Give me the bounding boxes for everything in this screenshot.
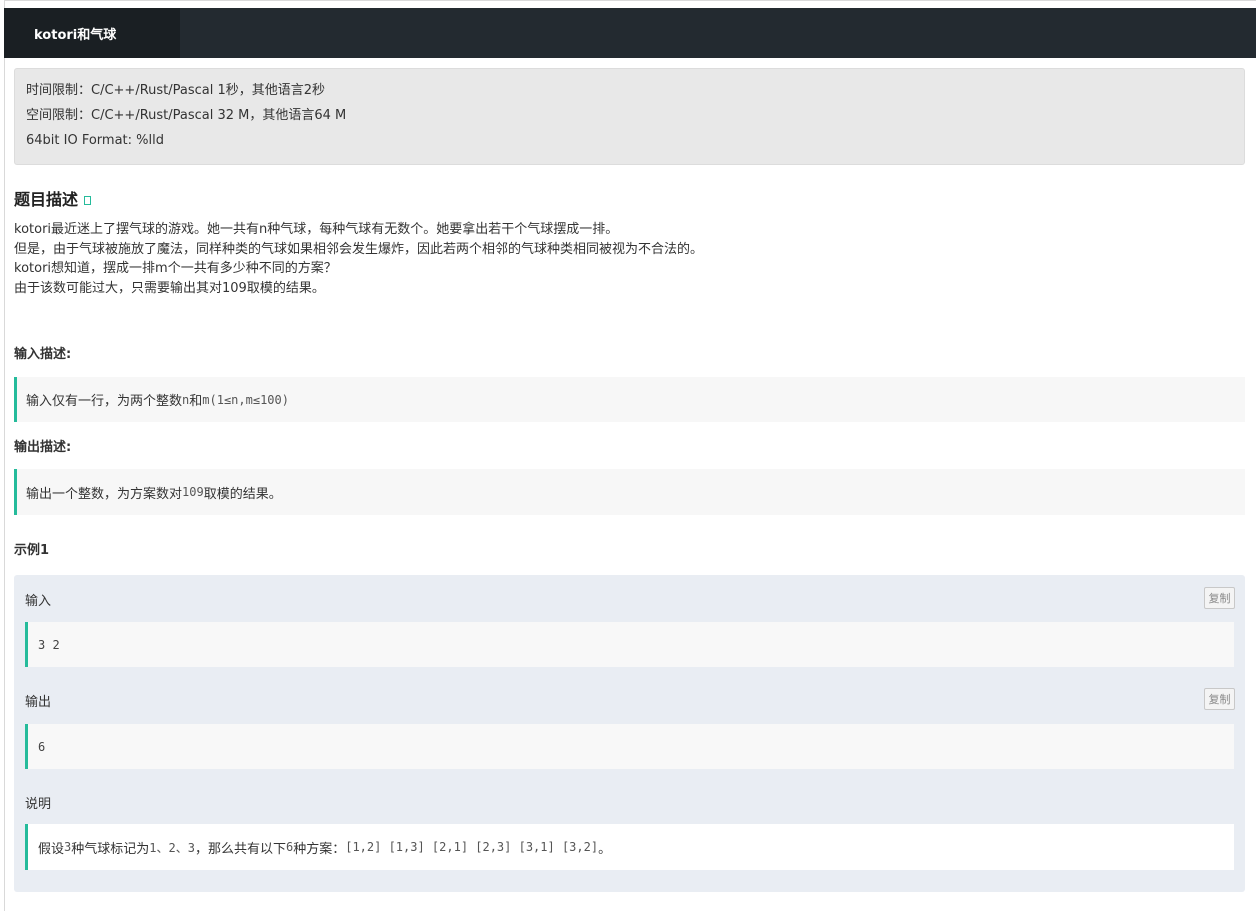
desc-line: 但是，由于气球被施放了魔法，同样种类的气球如果相邻会发生爆炸，因此若两个相邻的气… — [14, 241, 704, 257]
sample-explanation: 假设 3 种气球标记为 1、2、3 ，那么共有以下 6 种方案： [1,2] [1,3] [2… — [25, 824, 1234, 870]
desc-line: kotori想知道，摆成一排m个一共有多少种不同的方案？ — [14, 261, 337, 276]
input-desc-var-n: n — [182, 392, 190, 407]
sample-heading: 示例1 — [14, 543, 50, 558]
input-desc-and: 和 — [189, 394, 203, 409]
explain-text: 种气球标记为 — [71, 841, 150, 857]
copy-output-button[interactable]: 复制 — [1204, 688, 1235, 710]
problem-heading-text: 题目描述 — [14, 190, 79, 209]
space-limit: 空间限制：C/C++/Rust/Pascal 32 M，其他语言64 M — [26, 108, 347, 123]
problem-header-bar: kotori和气球 — [4, 8, 1256, 58]
output-description: 输出一个整数，为方案数对 109 取模的结果。 — [14, 469, 1245, 515]
explain-text: 种方案： — [293, 841, 346, 857]
sample-output-label: 输出 — [25, 695, 52, 710]
explain-count: 6 — [285, 840, 294, 854]
problem-tab[interactable]: kotori和气球 — [4, 8, 180, 58]
output-desc-text: 输出一个整数，为方案数对 — [26, 486, 183, 502]
input-description: 输入仅有一行，为两个整数 n 和 m(1≤n,m≤100) — [14, 377, 1245, 422]
input-desc-text: 输入仅有一行，为两个整数 — [26, 394, 183, 409]
sample-input-label: 输入 — [25, 594, 52, 609]
sample-explain-label: 说明 — [25, 797, 52, 812]
problem-description-heading: 题目描述 — [14, 186, 92, 210]
output-description-label: 输出描述: — [14, 440, 72, 455]
explain-nums: 1、2、3 — [149, 840, 195, 855]
time-limit: 时间限制：C/C++/Rust/Pascal 1秒，其他语言2秒 — [26, 83, 326, 98]
problem-tab-title: kotori和气球 — [34, 27, 117, 43]
explain-list: [1,2] [1,3] [2,1] [2,3] [3,1] [3,2] — [345, 840, 599, 854]
input-description-label: 输入描述: — [14, 347, 72, 362]
sample-output-value: 6 — [25, 724, 1234, 769]
desc-line: kotori最近迷上了摆气球的游戏。她一共有n种气球，每种气球有无数个。她要拿出… — [14, 222, 619, 237]
output-desc-num: 109 — [182, 485, 204, 499]
explain-text: ，那么共有以下 — [194, 841, 286, 857]
sample-input-value: 3 2 — [25, 622, 1234, 667]
bookmark-icon[interactable] — [84, 196, 92, 205]
sample-card: 输入 复制 3 2 输出 复制 6 说明 假设 3 种气球标记为 1、2、3 ，那么共有… — [14, 575, 1245, 892]
problem-description: kotori最近迷上了摆气球的游戏。她一共有n种气球，每种气球有无数个。她要拿出… — [14, 220, 1214, 298]
explain-text: 假设 — [38, 841, 65, 857]
io-format: 64bit IO Format: %lld — [26, 133, 164, 148]
input-desc-var-m: m(1≤n,m≤100) — [202, 392, 289, 407]
limits-panel: 时间限制：C/C++/Rust/Pascal 1秒，其他语言2秒 空间限制：C/… — [14, 68, 1245, 165]
explain-end: 。 — [598, 841, 612, 857]
explain-num: 3 — [64, 840, 72, 854]
desc-line: 由于该数可能过大，只需要输出其对109取模的结果。 — [14, 280, 325, 296]
output-desc-text-end: 取模的结果。 — [203, 486, 282, 502]
copy-input-button[interactable]: 复制 — [1204, 587, 1235, 609]
